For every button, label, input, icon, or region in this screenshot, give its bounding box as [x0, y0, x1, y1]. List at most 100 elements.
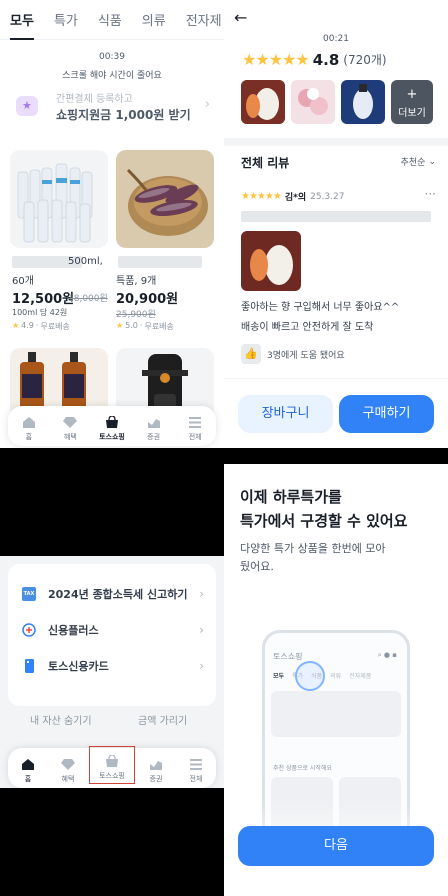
chevron-right-icon: › — [199, 659, 204, 673]
more-photos-button[interactable]: + 더보기 — [391, 80, 433, 124]
nav-stocks[interactable]: 증권 — [137, 758, 175, 784]
nav-all[interactable]: 전체 — [176, 416, 214, 442]
review-image[interactable] — [241, 231, 301, 291]
credit-plus-icon — [22, 623, 36, 637]
category-tabs: 모두 특가 식품 의류 전자제 — [0, 0, 224, 40]
tab-deals[interactable]: 특가 — [54, 0, 78, 40]
tab-clothing[interactable]: 의류 — [142, 0, 166, 40]
product-original-price: 25,900원 — [116, 310, 156, 320]
hide-amount-link[interactable]: 금액 가리기 — [138, 712, 187, 727]
tab-all[interactable]: 모두 — [10, 0, 34, 40]
cart-button[interactable]: 장바구니 — [238, 395, 333, 433]
diamond-icon — [61, 759, 75, 770]
promo-banner[interactable]: ★ 간편결제 등록하고 쇼핑지원금 1,000원 받기 › — [10, 88, 216, 126]
tab-food[interactable]: 식품 — [98, 0, 122, 40]
shipping-label: 무료배송 — [144, 322, 174, 331]
bottom-nav-bar: 홈 혜택 토스쇼핑 증권 전체 — [8, 746, 216, 788]
review-date: 25.3.27 — [310, 191, 345, 202]
stock-chart-icon — [147, 419, 160, 428]
promo-line1: 간편결제 등록하고 — [56, 94, 133, 105]
diamond-icon — [63, 417, 78, 428]
tap-indicator — [295, 661, 325, 691]
promo-line2: 쇼핑지원금 1,000원 받기 — [56, 108, 191, 122]
mock-banner — [271, 691, 401, 737]
mock-icons: ⌕ ● ▪ — [377, 651, 397, 659]
credit-card-icon — [25, 659, 34, 673]
assets-screen: TAX 2024년 종합소득세 신고하기 › 신용플러스 › 토스신용카드 › … — [0, 556, 224, 788]
review-photo-2[interactable] — [291, 80, 335, 124]
timer-text: 00:39 — [99, 52, 125, 62]
nav-label: 홈 — [25, 433, 33, 441]
shopping-bag-icon — [105, 416, 118, 428]
sort-label: 추천순 — [400, 158, 426, 168]
review-photo-1[interactable] — [241, 80, 285, 124]
menu-item-tax[interactable]: TAX 2024년 종합소득세 신고하기 › — [22, 584, 204, 604]
helpful-button[interactable]: 👍 3명에게 도움 됐어요 — [241, 344, 345, 364]
rating-stars-icon: ★★★★★ — [242, 50, 310, 69]
tax-icon: TAX — [22, 587, 36, 601]
onboarding-screen: 이제 하루특가를 특가에서 구경할 수 있어요 다양한 특가 상품을 한번에 모… — [224, 464, 448, 896]
review-photo-3[interactable] — [341, 80, 385, 124]
menu-icon — [189, 417, 202, 428]
nav-label: 증권 — [147, 433, 161, 441]
more-options-icon[interactable]: ··· — [425, 187, 436, 201]
mock-section-title: 추천 상품으로 시작해요 — [273, 765, 333, 772]
sort-dropdown[interactable]: 추천순 ⌄ — [400, 155, 436, 169]
product-title-redacted — [118, 256, 202, 268]
next-button[interactable]: 다음 — [238, 826, 434, 866]
review-screen: ← 00:21 ★★★★★ 4.8 (720개) + 더보기 전체 리뷰 추천순… — [224, 0, 448, 448]
stock-chart-icon — [150, 761, 162, 770]
nav-home[interactable]: 홈 — [9, 758, 47, 784]
chevron-right-icon: › — [199, 587, 204, 601]
mock-tab: 모두 — [273, 673, 285, 680]
onboarding-subtitle-2: 뒀어요. — [240, 560, 274, 573]
nav-all[interactable]: 전체 — [177, 758, 215, 784]
mock-tab: 의류 — [330, 673, 342, 680]
plus-icon: + — [406, 87, 418, 102]
timer-hint: 스크롤 해야 시간이 줄어요 — [62, 71, 162, 81]
services-card: TAX 2024년 종합소득세 신고하기 › 신용플러스 › 토스신용카드 › — [8, 564, 216, 706]
nav-label: 토스쇼핑 — [99, 433, 125, 441]
nav-label: 전체 — [189, 775, 203, 783]
menu-icon — [190, 759, 202, 770]
rating-summary: ★★★★★ 4.8 (720개) — [242, 50, 387, 69]
nav-label: 홈 — [24, 775, 32, 783]
menu-item-credit-card[interactable]: 토스신용카드 › — [22, 656, 204, 676]
onboarding-subtitle-1: 다양한 특가 상품을 한번에 모아 — [240, 542, 386, 555]
product-unit-price: 100ml 당 42원 — [12, 308, 68, 317]
nav-benefits[interactable]: 혜택 — [49, 758, 87, 784]
helpful-text: 3명에게 도움 됐어요 — [267, 350, 345, 361]
review-text-2: 배송이 빠르고 안전하게 잘 도착 — [241, 322, 374, 333]
back-arrow-icon[interactable]: ← — [234, 8, 247, 27]
nav-home[interactable]: 홈 — [10, 416, 48, 442]
product-image-corn[interactable] — [116, 150, 214, 248]
nav-label: 토스쇼핑 — [99, 772, 125, 780]
rating-value: 5.0 — [125, 321, 138, 330]
star-icon: ★ — [12, 321, 20, 330]
home-icon — [22, 417, 35, 428]
product-title-line2: 특품, 9개 — [116, 276, 157, 287]
reviewer-name: 김*의 — [284, 193, 307, 203]
buy-button[interactable]: 구매하기 — [339, 395, 434, 433]
shipping-label: 무료배송 — [40, 322, 70, 331]
nav-shopping[interactable]: 토스쇼핑 — [93, 416, 131, 442]
star-icon: ★ — [116, 321, 124, 330]
tab-electronics[interactable]: 전자제 — [186, 0, 222, 40]
nav-stocks[interactable]: 증권 — [135, 416, 173, 442]
onboarding-title-2: 특가에서 구경할 수 있어요 — [240, 512, 408, 530]
shopping-bag-icon — [106, 755, 118, 767]
nav-label: 증권 — [149, 775, 163, 783]
product-price: 20,900원 — [116, 292, 179, 307]
menu-label: 2024년 종합소득세 신고하기 — [48, 588, 188, 601]
nav-shopping-highlighted[interactable]: 토스쇼핑 — [89, 746, 135, 784]
hide-assets-link[interactable]: 내 자산 숨기기 — [30, 712, 92, 727]
product-image-water[interactable] — [10, 150, 108, 248]
chevron-right-icon: › — [204, 97, 210, 112]
menu-item-credit-plus[interactable]: 신용플러스 › — [22, 620, 204, 640]
home-icon — [22, 759, 34, 770]
menu-label: 토스신용카드 — [48, 660, 109, 673]
rating-value: 4.9 — [21, 321, 34, 330]
nav-label: 전체 — [188, 433, 202, 441]
nav-benefits[interactable]: 혜택 — [51, 416, 89, 442]
product-title-suffix: 500ml, — [68, 256, 103, 267]
